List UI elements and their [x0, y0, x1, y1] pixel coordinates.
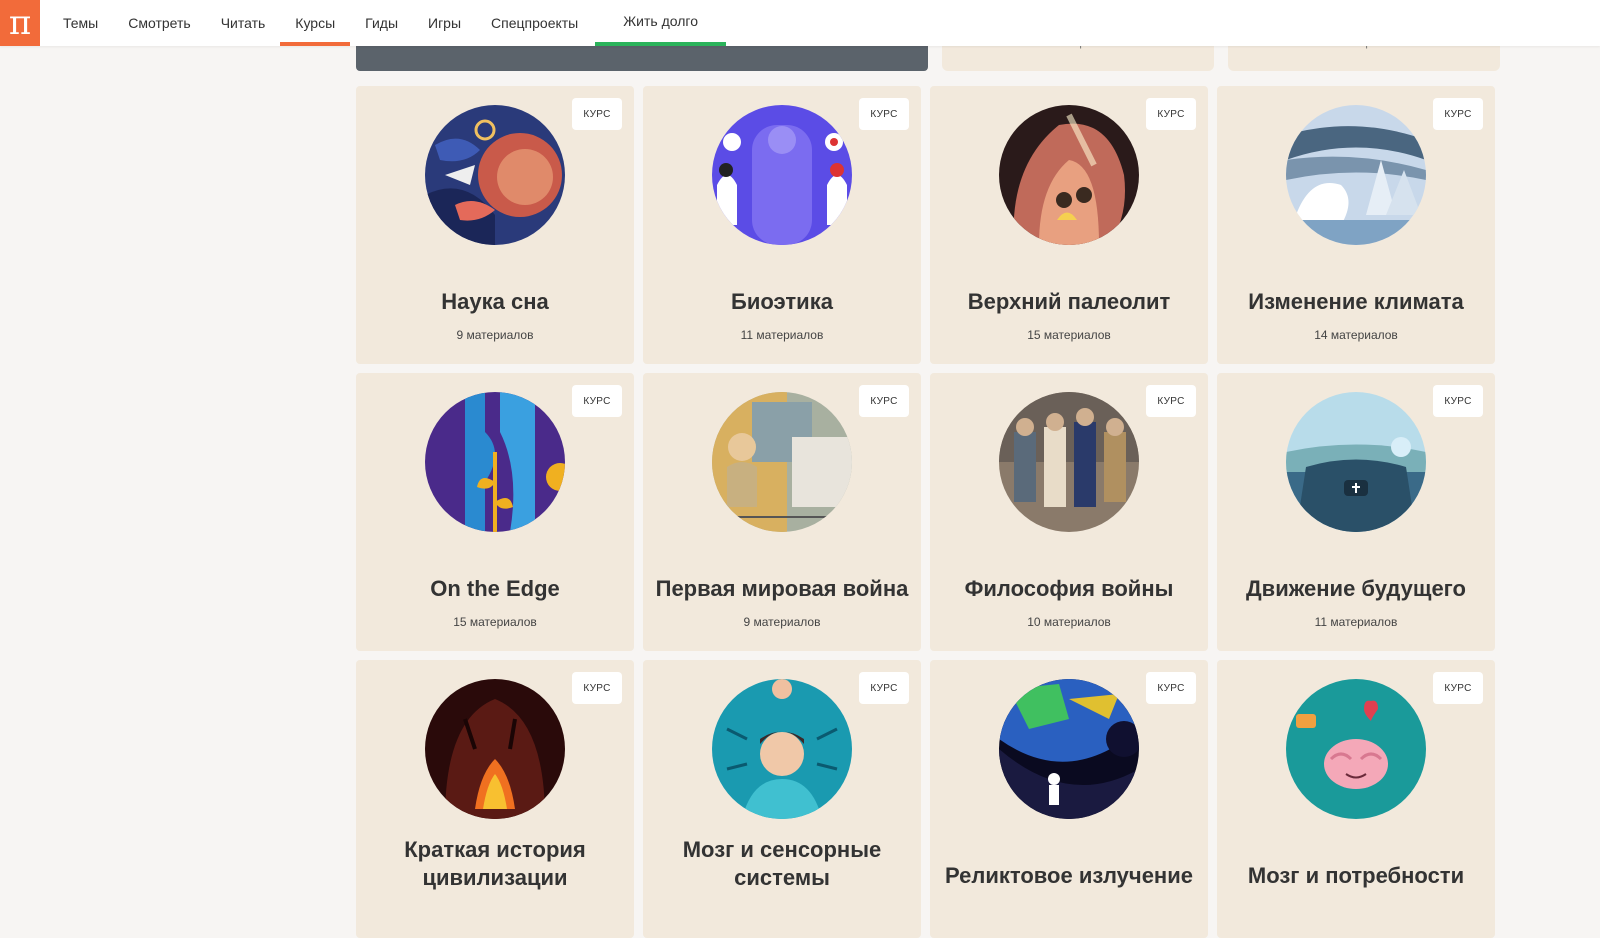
course-count: 15 материалов	[1027, 328, 1111, 342]
course-card-on-the-edge[interactable]: КУРС On the Edge 15 материалов	[356, 373, 634, 651]
course-title: Наука сна	[441, 289, 549, 314]
future-mobility-cover-icon	[1286, 392, 1426, 532]
top-card-stub-3[interactable]: 12 материалов	[942, 37, 1214, 71]
nav-item-guides[interactable]: Гиды	[350, 0, 413, 46]
pi-logo-icon[interactable]: π	[0, 0, 40, 46]
course-title: Мозг и сенсорные системы	[682, 837, 882, 890]
civilization-history-cover-icon	[425, 679, 565, 819]
course-badge: КУРС	[1146, 385, 1196, 417]
course-title: Краткая история цивилизации	[404, 837, 586, 890]
sleep-science-cover-icon	[425, 105, 565, 245]
course-card-philosophy-of-war[interactable]: КУРС Философия войны 10 материалов	[930, 373, 1208, 651]
course-card-ww1[interactable]: КУРС Первая мировая война 9 материалов	[643, 373, 921, 651]
philosophy-of-war-cover-icon	[999, 392, 1139, 532]
course-badge: КУРС	[1146, 672, 1196, 704]
course-count: 9 материалов	[743, 615, 821, 629]
course-badge: КУРС	[1433, 672, 1483, 704]
nav-item-special-projects[interactable]: Спецпроекты	[476, 0, 593, 46]
course-card-brain-needs[interactable]: КУРС Мозг и потребности	[1217, 660, 1495, 938]
course-title: On the Edge	[430, 576, 560, 601]
course-badge: КУРС	[572, 98, 622, 130]
course-card-climate-change[interactable]: КУРС Изменение климата 14 материалов	[1217, 86, 1495, 364]
course-badge: КУРС	[1146, 98, 1196, 130]
course-card-bioethics[interactable]: КУРС Биоэтика 11 материалов	[643, 86, 921, 364]
course-badge: КУРС	[859, 385, 909, 417]
main-nav: Темы Смотреть Читать Курсы Гиды Игры Спе…	[48, 0, 726, 46]
course-title: Изменение климата	[1248, 289, 1464, 314]
course-card-cmb[interactable]: КУРС Реликтовое излучение	[930, 660, 1208, 938]
course-count: 11 материалов	[740, 328, 824, 342]
top-navigation-bar: π Темы Смотреть Читать Курсы Гиды Игры С…	[0, 0, 1600, 46]
upper-paleolithic-cover-icon	[999, 105, 1139, 245]
nav-item-courses[interactable]: Курсы	[280, 0, 351, 46]
course-card-civilization-history[interactable]: КУРС Краткая история цивилизации	[356, 660, 634, 938]
course-title: Биоэтика	[731, 289, 833, 314]
course-card-brain-senses[interactable]: КУРС Мозг и сенсорные системы	[643, 660, 921, 938]
nav-item-themes[interactable]: Темы	[48, 0, 113, 46]
course-card-upper-paleolithic[interactable]: КУРС Верхний палеолит 15 материалов	[930, 86, 1208, 364]
on-the-edge-cover-icon	[425, 392, 565, 532]
course-badge: КУРС	[859, 98, 909, 130]
course-badge: КУРС	[859, 672, 909, 704]
course-title: Мозг и потребности	[1247, 863, 1465, 888]
course-count: 11 материалов	[1314, 615, 1398, 629]
nav-item-games[interactable]: Игры	[413, 0, 476, 46]
brain-needs-cover-icon	[1286, 679, 1426, 819]
brain-senses-cover-icon	[712, 679, 852, 819]
course-title: Философия войны	[964, 576, 1174, 601]
bioethics-cover-icon	[712, 105, 852, 245]
course-badge: КУРС	[572, 385, 622, 417]
course-title: Движение будущего	[1246, 576, 1466, 601]
top-card-stub-4[interactable]: 10 материалов	[1228, 37, 1500, 71]
course-badge: КУРС	[572, 672, 622, 704]
nav-item-watch[interactable]: Смотреть	[113, 0, 205, 46]
course-count: 10 материалов	[1027, 615, 1111, 629]
course-badge: КУРС	[1433, 98, 1483, 130]
course-card-sleep-science[interactable]: КУРС Наука сна 9 материалов	[356, 86, 634, 364]
course-title: Верхний палеолит	[967, 289, 1171, 314]
course-count: 9 материалов	[456, 328, 534, 342]
nav-item-read[interactable]: Читать	[206, 0, 281, 46]
course-card-future-mobility[interactable]: КУРС Движение будущего 11 материалов	[1217, 373, 1495, 651]
course-count: 15 материалов	[453, 615, 537, 629]
top-card-dark-stub[interactable]	[356, 46, 928, 71]
climate-change-cover-icon	[1286, 105, 1426, 245]
ww1-cover-icon	[712, 392, 852, 532]
course-count: 14 материалов	[1314, 328, 1398, 342]
course-title: Первая мировая война	[655, 576, 909, 601]
course-title: Реликтовое излучение	[945, 863, 1193, 888]
nav-item-live-long[interactable]: Жить долго	[595, 0, 726, 46]
cmb-cover-icon	[999, 679, 1139, 819]
course-badge: КУРС	[1433, 385, 1483, 417]
